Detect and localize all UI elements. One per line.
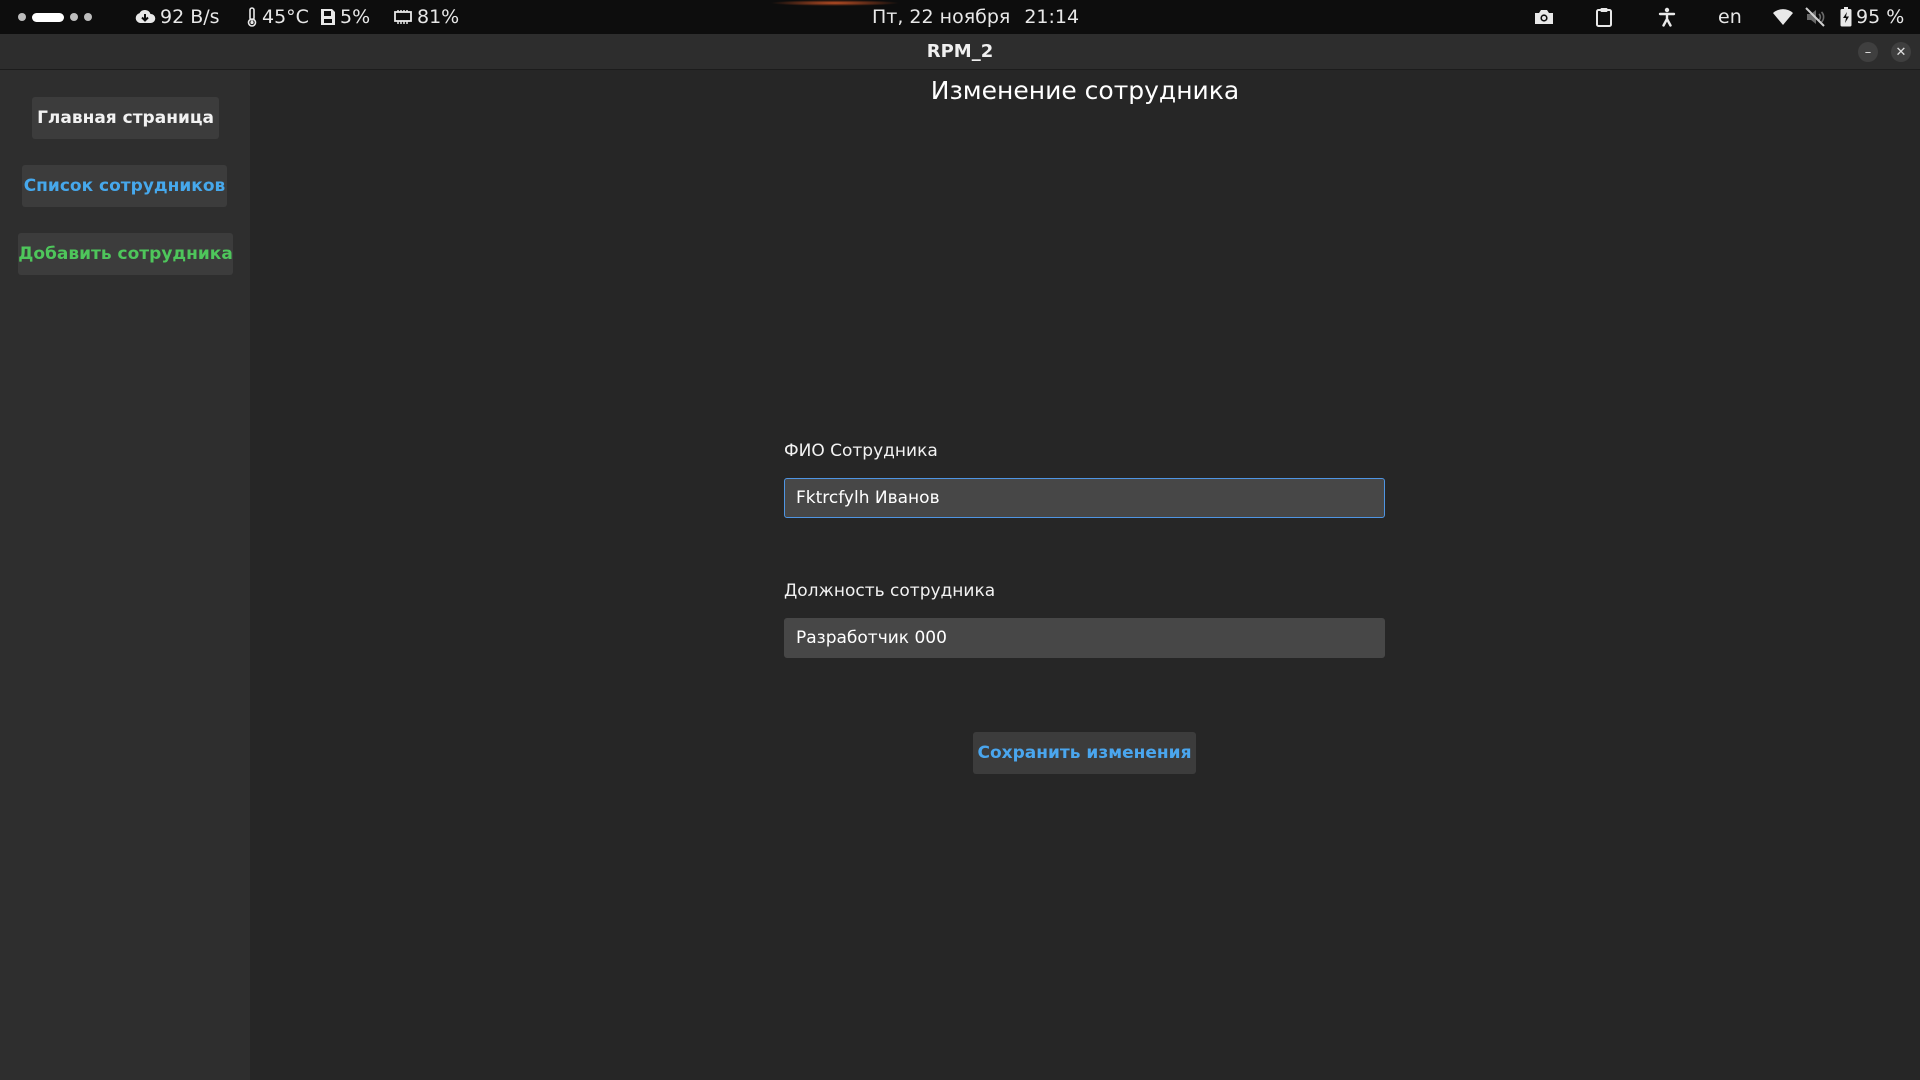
workspace-dot[interactable] bbox=[84, 13, 92, 21]
employee-list-button[interactable]: Список сотрудников bbox=[22, 165, 227, 207]
minimize-button[interactable]: – bbox=[1858, 42, 1878, 62]
system-top-bar: 92 B/s 45°C 5% 81% Пт, 22 ноября 21:14 e… bbox=[0, 0, 1920, 34]
time-text: 21:14 bbox=[1024, 6, 1080, 28]
battery-widget[interactable]: 95 % bbox=[1840, 0, 1904, 34]
battery-text: 95 % bbox=[1856, 6, 1905, 28]
window-title-bar[interactable]: RPM_2 – ✕ bbox=[0, 34, 1920, 70]
disk-usage-text: 5% bbox=[340, 6, 371, 28]
window-title: RPM_2 bbox=[926, 41, 994, 62]
clipboard-icon[interactable] bbox=[1595, 0, 1613, 34]
close-button[interactable]: ✕ bbox=[1891, 42, 1911, 62]
employee-position-value: Разработчик 000 bbox=[796, 628, 947, 648]
memory-icon bbox=[393, 9, 413, 25]
keyboard-layout-text: en bbox=[1718, 6, 1742, 28]
workspace-dot[interactable] bbox=[70, 13, 78, 21]
sidebar: Главная страница Список сотрудников Доба… bbox=[0, 70, 250, 1080]
temperature-text: 45°C bbox=[262, 6, 309, 28]
employee-position-input[interactable]: Разработчик 000 bbox=[784, 618, 1385, 658]
employee-name-value: Fktrcfylh Иванов bbox=[796, 488, 940, 508]
memory-widget: 81% bbox=[393, 0, 459, 34]
workspace-active[interactable] bbox=[32, 12, 64, 22]
network-speed-text: 92 B/s bbox=[160, 6, 220, 28]
camera-icon[interactable] bbox=[1533, 0, 1555, 34]
workspace-dot[interactable] bbox=[18, 13, 26, 21]
network-speed-widget: 92 B/s bbox=[134, 0, 220, 34]
disk-widget: 5% bbox=[320, 0, 370, 34]
workspace-indicator[interactable] bbox=[18, 0, 92, 34]
disk-icon bbox=[320, 8, 336, 26]
battery-charging-icon bbox=[1840, 7, 1852, 27]
volume-muted-icon[interactable] bbox=[1804, 0, 1826, 34]
accessibility-icon[interactable] bbox=[1657, 0, 1677, 34]
save-changes-button[interactable]: Сохранить изменения bbox=[973, 732, 1196, 774]
page-title: Изменение сотрудника bbox=[930, 75, 1240, 105]
employee-name-label: ФИО Сотрудника bbox=[784, 441, 938, 461]
thermometer-icon bbox=[246, 7, 258, 27]
memory-usage-text: 81% bbox=[417, 6, 460, 28]
date-text: Пт, 22 ноября bbox=[872, 6, 1011, 28]
add-employee-button[interactable]: Добавить сотрудника bbox=[18, 233, 233, 275]
cloud-download-icon bbox=[134, 9, 156, 25]
employee-name-input[interactable]: Fktrcfylh Иванов bbox=[784, 478, 1385, 518]
home-page-button[interactable]: Главная страница bbox=[32, 97, 219, 139]
keyboard-layout-indicator[interactable]: en bbox=[1718, 0, 1742, 34]
employee-position-label: Должность сотрудника bbox=[784, 581, 996, 601]
temperature-widget: 45°C bbox=[246, 0, 309, 34]
clock[interactable]: Пт, 22 ноября 21:14 bbox=[872, 0, 1079, 34]
wifi-icon[interactable] bbox=[1772, 0, 1794, 34]
